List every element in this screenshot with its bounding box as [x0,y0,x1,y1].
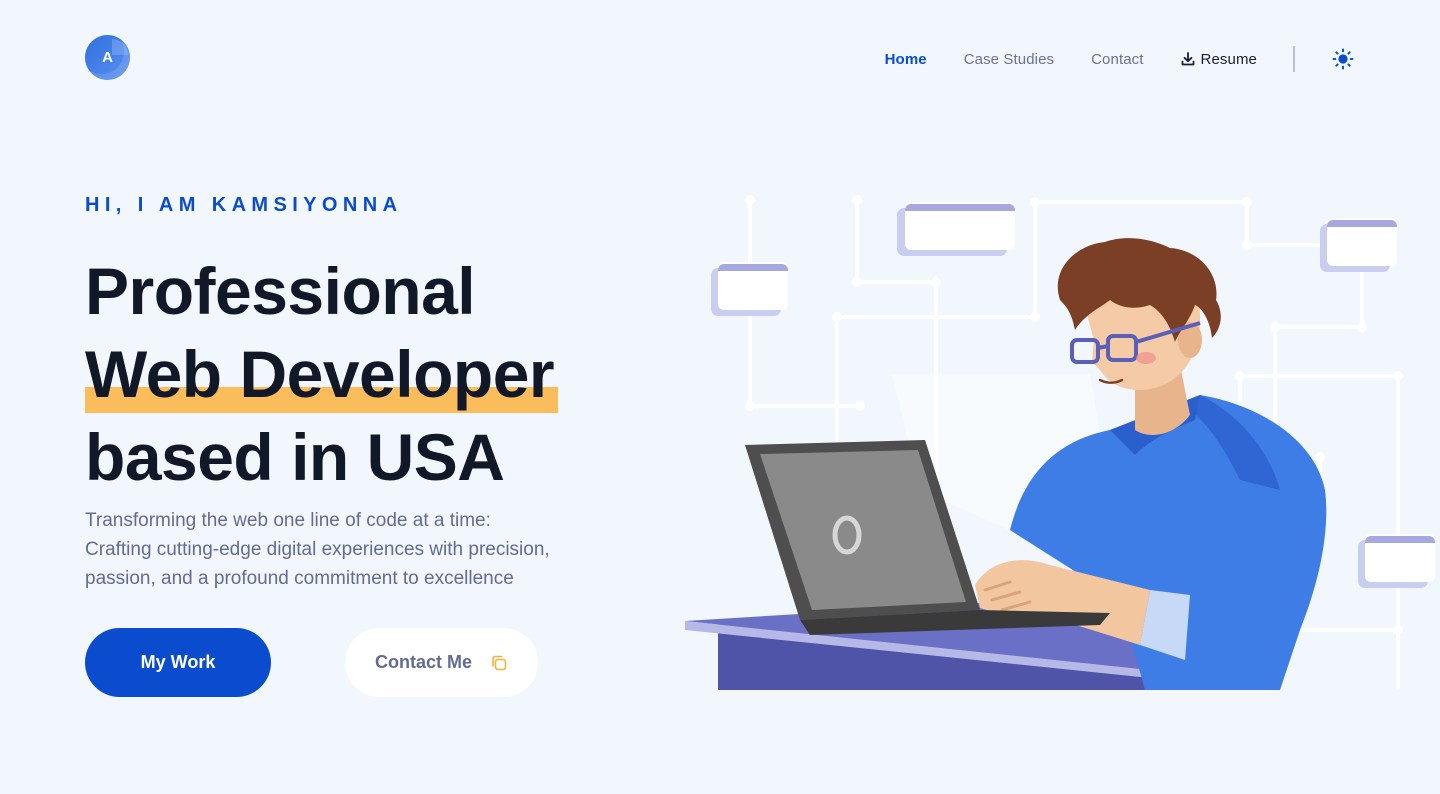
nav-resume-link[interactable]: Resume [1181,51,1257,68]
floating-window-3 [1320,218,1397,272]
contact-me-button[interactable]: Contact Me [345,628,538,697]
contact-me-label: Contact Me [374,652,472,672]
main-nav: Home Case Studies Contact Resume [885,46,1354,72]
theme-toggle[interactable] [1332,48,1354,70]
nav-contact-link[interactable]: Contact [1091,51,1143,68]
logo[interactable]: A [85,35,130,80]
copy-icon [490,654,508,672]
headline-line-2-highlighted: Web Developer [85,333,559,416]
floating-window-4 [1358,534,1435,588]
description-line-2: Crafting cutting-edge digital experience… [85,539,550,560]
sun-icon [1332,48,1354,70]
hero-headline: Professional Web Developer based in USA [85,250,559,499]
hero-description: Transforming the web one line of code at… [85,506,625,593]
headline-line-1: Professional [85,254,476,328]
nav-divider [1293,46,1295,72]
floating-window-1 [711,262,788,316]
intro-eyebrow: HI, I AM KAMSIYONNA [85,194,403,216]
my-work-button[interactable]: My Work [85,628,271,697]
description-line-1: Transforming the web one line of code at… [85,510,491,531]
resume-label: Resume [1200,50,1257,68]
nav-home-link[interactable]: Home [885,51,927,68]
headline-line-3: based in USA [85,420,505,494]
description-line-3: passion, and a profound commitment to ex… [85,568,514,589]
nav-case-studies-link[interactable]: Case Studies [964,51,1054,68]
developer-illustration [685,195,1435,690]
logo-letter: A [102,49,113,66]
download-icon [1181,52,1194,66]
floating-window-2 [897,202,1015,256]
